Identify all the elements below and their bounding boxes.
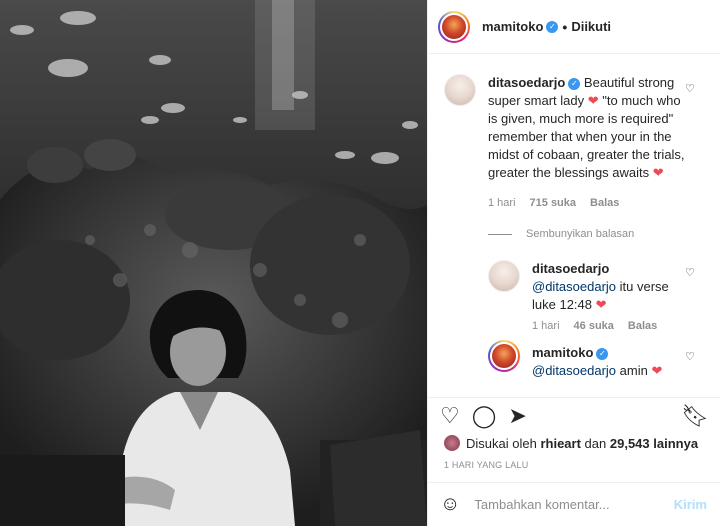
verified-badge-icon: ✓: [596, 347, 609, 360]
reply-likes-count[interactable]: 46 suka: [574, 320, 614, 332]
likes-summary: Disukai oleh rhieart dan 29,543 lainnya: [444, 435, 698, 451]
separator-dot: •: [562, 18, 568, 35]
liker-username[interactable]: rhieart: [540, 436, 580, 451]
reply-avatar[interactable]: [488, 340, 520, 372]
likes-count-link[interactable]: 29,543 lainnya: [610, 436, 698, 451]
comment-reply-button[interactable]: Balas: [590, 197, 619, 209]
share-send-icon[interactable]: ➤: [508, 404, 526, 428]
comment-input[interactable]: [474, 497, 665, 512]
reply-item: ditasoedarjo @ditasoedarjo itu verse luk…: [532, 260, 682, 314]
owner-username[interactable]: mamitoko: [482, 19, 543, 34]
reply-mention-link[interactable]: @ditasoedarjo: [532, 279, 616, 294]
reply-avatar[interactable]: [488, 260, 520, 292]
red-heart-emoji-icon: ❤: [595, 297, 607, 312]
reply-username[interactable]: ditasoedarjo: [532, 261, 609, 276]
emoji-smiley-icon[interactable]: ☺: [440, 493, 460, 516]
hide-replies-toggle[interactable]: Sembunyikan balasan: [488, 228, 634, 240]
reply-meta: 1 hari 46 suka Balas: [532, 320, 657, 332]
add-comment-bar: ☺ Kirim: [428, 482, 720, 526]
follow-status-button[interactable]: Diikuti: [571, 19, 611, 34]
aquarium-photo: [0, 0, 427, 526]
liker-avatar[interactable]: [444, 435, 460, 451]
reply-time: 1 hari: [532, 320, 560, 332]
comment-bubble-icon[interactable]: ◯: [472, 404, 497, 428]
reply-item: mamitoko ✓ @ditasoedarjo amin ❤: [532, 344, 682, 380]
verified-badge-icon: ✓: [568, 77, 581, 90]
post-photo[interactable]: [0, 0, 427, 526]
reply-mention-link[interactable]: @ditasoedarjo: [532, 363, 616, 378]
post-actions: ♡ ◯ ➤ 🔖︎ Disukai oleh rhieart dan 29,543…: [428, 397, 720, 470]
comment-item: ditasoedarjo ✓ Beautiful strong super sma…: [488, 74, 688, 182]
comment-like-heart-icon[interactable]: ♡: [685, 82, 695, 95]
comments-list: ditasoedarjo ✓ Beautiful strong super sma…: [428, 54, 720, 397]
likes-middle: dan: [584, 435, 607, 451]
comment-username[interactable]: ditasoedarjo: [488, 75, 565, 90]
commenter-avatar[interactable]: [444, 74, 476, 106]
post-modal: mamitoko ✓ • Diikuti ditasoedarjo ✓ Beaut…: [0, 0, 720, 526]
red-heart-emoji-icon: ❤: [652, 165, 664, 180]
like-heart-icon[interactable]: ♡: [440, 404, 460, 428]
post-timestamp[interactable]: 1 HARI YANG LALU: [444, 460, 528, 470]
red-heart-emoji-icon: ❤: [651, 363, 663, 378]
bookmark-icon[interactable]: 🔖︎: [681, 404, 709, 428]
owner-avatar[interactable]: [438, 10, 470, 43]
reply-text: amin: [619, 363, 648, 378]
hide-replies-label: Sembunyikan balasan: [526, 228, 635, 240]
reply-like-heart-icon[interactable]: ♡: [685, 350, 695, 363]
post-side-panel: mamitoko ✓ • Diikuti ditasoedarjo ✓ Beaut…: [427, 0, 720, 526]
reply-reply-button[interactable]: Balas: [628, 320, 657, 332]
comment-time: 1 hari: [488, 197, 516, 209]
reply-username[interactable]: mamitoko: [532, 345, 593, 360]
red-heart-emoji-icon: ❤: [587, 93, 599, 108]
comment-meta: 1 hari 715 suka Balas: [488, 197, 619, 209]
post-header: mamitoko ✓ • Diikuti: [428, 0, 720, 54]
likes-prefix: Disukai oleh: [466, 435, 537, 451]
divider-line: [488, 233, 512, 235]
reply-like-heart-icon[interactable]: ♡: [685, 266, 695, 279]
send-comment-button[interactable]: Kirim: [674, 497, 707, 512]
verified-badge-icon: ✓: [546, 20, 559, 33]
comment-likes-count[interactable]: 715 suka: [530, 197, 576, 209]
